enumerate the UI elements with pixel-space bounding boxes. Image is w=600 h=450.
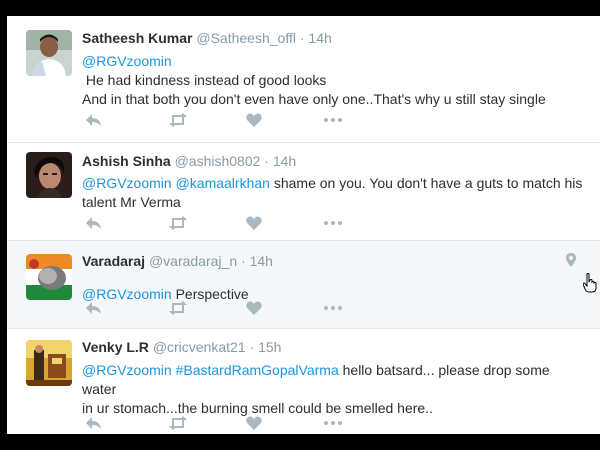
reply-button[interactable] [82, 213, 106, 233]
like-button[interactable] [242, 213, 266, 233]
retweet-button[interactable] [166, 110, 190, 130]
more-button[interactable] [321, 213, 345, 233]
like-button[interactable] [242, 110, 266, 130]
tweet-header: Varadaraj @varadaraj_n · 14h [82, 253, 273, 269]
more-button[interactable] [321, 413, 345, 433]
reply-button[interactable] [82, 110, 106, 130]
location-pin-icon [566, 253, 576, 267]
tweet-text-line: And in that both you don't even have onl… [82, 91, 546, 107]
mention-link[interactable]: @RGVzoomin [82, 53, 172, 69]
author-name[interactable]: Venky L.R [82, 339, 149, 355]
tweet-timestamp[interactable]: 14h [250, 253, 273, 269]
mention-link[interactable]: @RGVzoomin [82, 362, 172, 378]
reply-button[interactable] [82, 413, 106, 433]
avatar[interactable] [26, 152, 72, 198]
separator-dot: · [299, 30, 305, 46]
author-handle[interactable]: @Satheesh_offl [196, 30, 296, 46]
tweet-actions [82, 298, 342, 318]
avatar[interactable] [26, 30, 72, 76]
retweet-icon [169, 216, 187, 230]
reply-button[interactable] [82, 298, 106, 318]
hashtag-link[interactable]: #BastardRamGopalVarma [176, 362, 339, 378]
author-handle[interactable]: @ashish0802 [175, 153, 261, 169]
tweet-text-line: He had kindness instead of good looks [82, 72, 327, 88]
more-button[interactable] [321, 110, 345, 130]
author-name[interactable]: Ashish Sinha [82, 153, 171, 169]
tweet-item[interactable]: Venky L.R @cricvenkat21 · 15h @RGVzoomin… [7, 329, 600, 434]
avatar[interactable] [26, 340, 72, 386]
tweet-timestamp[interactable]: 14h [273, 153, 296, 169]
mention-link[interactable]: @kamaalrkhan [176, 175, 270, 191]
tweet-item[interactable]: Satheesh Kumar @Satheesh_offl · 14h @RGV… [7, 16, 600, 143]
tweet-text: @RGVzoomin @kamaalrkhan shame on you. Yo… [82, 174, 587, 212]
tweet-header: Satheesh Kumar @Satheesh_offl · 14h [82, 30, 332, 46]
heart-icon [246, 301, 262, 315]
reply-icon [86, 217, 101, 229]
separator-dot: · [241, 253, 246, 269]
author-name[interactable]: Satheesh Kumar [82, 30, 192, 46]
retweet-button[interactable] [166, 413, 190, 433]
more-icon [324, 118, 342, 122]
author-handle[interactable]: @cricvenkat21 [153, 339, 246, 355]
reply-icon [86, 114, 101, 126]
tweet-text-segment: shame on you. You don't have a guts to m… [269, 175, 583, 191]
retweet-icon [169, 113, 187, 127]
separator-dot: · [249, 339, 255, 355]
separator-dot: · [264, 153, 269, 169]
retweet-button[interactable] [166, 213, 190, 233]
author-handle[interactable]: @varadaraj_n [149, 253, 237, 269]
retweet-icon [169, 416, 187, 430]
like-button[interactable] [242, 413, 266, 433]
location-pin-button[interactable] [566, 253, 576, 272]
tweet-timeline: Satheesh Kumar @Satheesh_offl · 14h @RGV… [7, 16, 600, 434]
heart-icon [246, 416, 262, 430]
more-icon [324, 421, 342, 425]
mention-link[interactable]: @RGVzoomin [82, 175, 172, 191]
author-name[interactable]: Varadaraj [82, 253, 145, 269]
tweet-text: @RGVzoomin #BastardRamGopalVarma hello b… [82, 361, 587, 418]
reply-icon [86, 302, 101, 314]
like-button[interactable] [242, 298, 266, 318]
retweet-button[interactable] [166, 298, 190, 318]
tweet-item[interactable]: Ashish Sinha @ashish0802 · 14h @RGVzoomi… [7, 143, 600, 241]
tweet-header: Ashish Sinha @ashish0802 · 14h [82, 153, 296, 169]
avatar[interactable] [26, 254, 72, 300]
tweet-text-line: talent Mr Verma [82, 194, 181, 210]
tweet-actions [82, 413, 342, 433]
heart-icon [246, 113, 262, 127]
tweet-timestamp[interactable]: 14h [308, 30, 331, 46]
tweet-item[interactable]: Varadaraj @varadaraj_n · 14h @RGVzoomin … [7, 241, 600, 329]
tweet-header: Venky L.R @cricvenkat21 · 15h [82, 339, 281, 355]
tweet-timestamp[interactable]: 15h [258, 339, 281, 355]
hand-cursor-icon [582, 273, 597, 298]
more-icon [324, 306, 342, 310]
tweet-actions [82, 213, 342, 233]
retweet-icon [169, 301, 187, 315]
more-button[interactable] [321, 298, 345, 318]
more-icon [324, 221, 342, 225]
tweet-text: @RGVzoomin He had kindness instead of go… [82, 52, 587, 109]
heart-icon [246, 216, 262, 230]
reply-icon [86, 417, 101, 429]
tweet-actions [82, 110, 342, 130]
